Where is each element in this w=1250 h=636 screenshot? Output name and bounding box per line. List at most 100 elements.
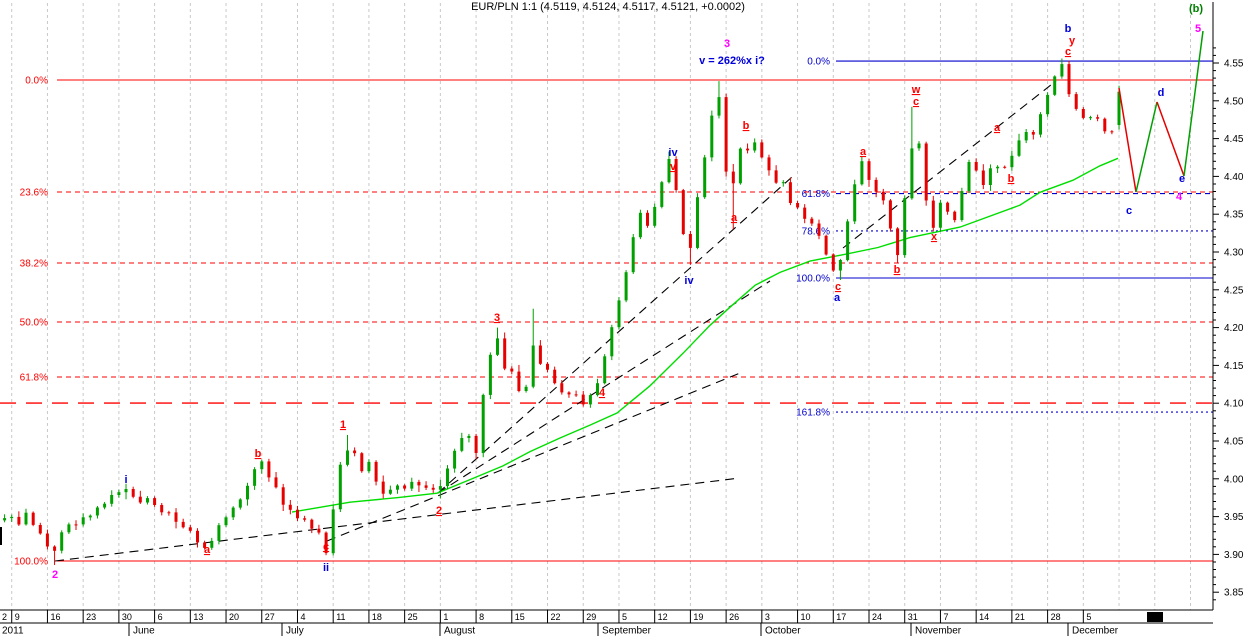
week-tick-label: 9: [15, 612, 20, 622]
wave-label: 4: [599, 387, 606, 399]
price-chart-canvas[interactable]: 0.0% 23.6% 38.2% 50.0% 61.8% 100.0% 0.0% 61.8% 7…: [0, 0, 1250, 636]
wave-label: i: [124, 474, 127, 486]
candle-body: [1010, 155, 1014, 168]
fib-blue-label: 100.0%: [796, 274, 830, 285]
candle-body: [331, 509, 335, 554]
candle-body: [95, 507, 99, 516]
candle-body: [717, 97, 721, 116]
week-tick-label: 26: [729, 612, 739, 622]
week-tick-label: 15: [515, 612, 525, 622]
candle-body: [274, 477, 278, 488]
candle-body: [960, 191, 964, 220]
candle-body: [396, 485, 399, 490]
candle-body: [360, 453, 364, 472]
candle-body: [217, 525, 221, 541]
wave-label: a: [994, 122, 1001, 134]
wave-label: b: [1065, 23, 1072, 35]
month-label: August: [444, 626, 475, 636]
candle-body: [910, 148, 914, 199]
candle-body: [1046, 94, 1050, 115]
candle-body: [460, 438, 464, 451]
candle-body: [996, 166, 1000, 169]
week-tick-label: 28: [1051, 612, 1061, 622]
fib-red-label: 23.6%: [20, 188, 48, 199]
candle-body: [874, 179, 878, 192]
candle-body: [438, 486, 442, 490]
candle-body: [1039, 114, 1042, 135]
wave-label: ii: [323, 562, 329, 574]
candle-body: [760, 142, 764, 158]
candle-body: [267, 461, 271, 478]
wave-label: 4: [1176, 191, 1183, 203]
wave-label: iv: [684, 275, 694, 287]
candle-body: [938, 202, 942, 228]
y-axis-label: 4.55: [1224, 59, 1244, 70]
candle-body: [953, 211, 957, 221]
week-tick-label: 2: [2, 612, 7, 622]
y-axis-label: 3.95: [1224, 512, 1244, 523]
week-tick-label: 25: [408, 612, 418, 622]
candle-body: [181, 521, 185, 528]
y-axis-label: 3.85: [1224, 588, 1244, 599]
y-axis-label: 4.30: [1224, 248, 1244, 259]
candle-body: [481, 394, 485, 453]
candle-body: [253, 469, 257, 486]
candle-body: [317, 528, 321, 533]
wave-label: 3: [724, 38, 730, 50]
candle-body: [160, 505, 164, 513]
week-tick-label: 3: [765, 612, 770, 622]
wave-label: b: [255, 448, 262, 460]
candle-body: [174, 512, 178, 522]
wave-label: iv: [668, 147, 678, 159]
candle-body: [1089, 117, 1092, 119]
week-tick-label: 24: [872, 612, 882, 622]
candle-body: [231, 507, 235, 518]
week-tick-label: 19: [693, 612, 703, 622]
candle-body: [567, 392, 571, 395]
week-tick-label: 6: [158, 612, 163, 622]
week-tick-label: 5: [1086, 612, 1091, 622]
candle-body: [1003, 166, 1007, 168]
candle-body: [610, 327, 614, 357]
forecast-segment: [1118, 87, 1137, 193]
week-tick-label: 31: [908, 612, 918, 622]
candle-body: [1096, 117, 1100, 119]
candle-body: [410, 481, 414, 489]
month-label: November: [915, 626, 962, 636]
candle-body: [1110, 131, 1114, 133]
candle-body: [374, 461, 378, 482]
candle-body: [731, 171, 735, 184]
candle-body: [431, 487, 435, 490]
candle-body: [1017, 140, 1021, 156]
week-tick-label: 29: [586, 612, 596, 622]
y-axis-label: 4.05: [1224, 437, 1244, 448]
candle-body: [631, 237, 635, 273]
candle-body: [381, 481, 385, 494]
candle-body: [853, 184, 857, 222]
candle-body: [510, 368, 514, 372]
forecast-segment: [1183, 30, 1204, 177]
candle-body: [488, 354, 492, 395]
fib-blue-label: 61.8%: [802, 189, 830, 200]
chart-title: EUR/PLN 1:1 (4.5119, 4.5124, 4.5117, 4.5…: [471, 1, 745, 13]
trendline: [437, 176, 793, 494]
candle-body: [896, 228, 900, 256]
candle-body: [403, 485, 407, 489]
candle-body: [424, 485, 428, 488]
candle-body: [467, 435, 471, 438]
candle-body: [781, 182, 785, 184]
candle-body: [17, 516, 21, 525]
candle-body: [1103, 118, 1107, 132]
y-axis-label: 4.35: [1224, 210, 1244, 221]
candle-body: [188, 527, 192, 531]
candle-body: [367, 461, 371, 472]
candle-body: [917, 143, 921, 149]
candle-body: [81, 517, 85, 525]
candle-body: [688, 234, 692, 248]
candle-body: [110, 495, 114, 504]
forecast-segment: [1135, 101, 1158, 193]
week-tick-label: 8: [479, 612, 484, 622]
month-label: December: [1072, 626, 1119, 636]
week-tick-label: 1: [443, 612, 448, 622]
candle-body: [524, 386, 528, 391]
